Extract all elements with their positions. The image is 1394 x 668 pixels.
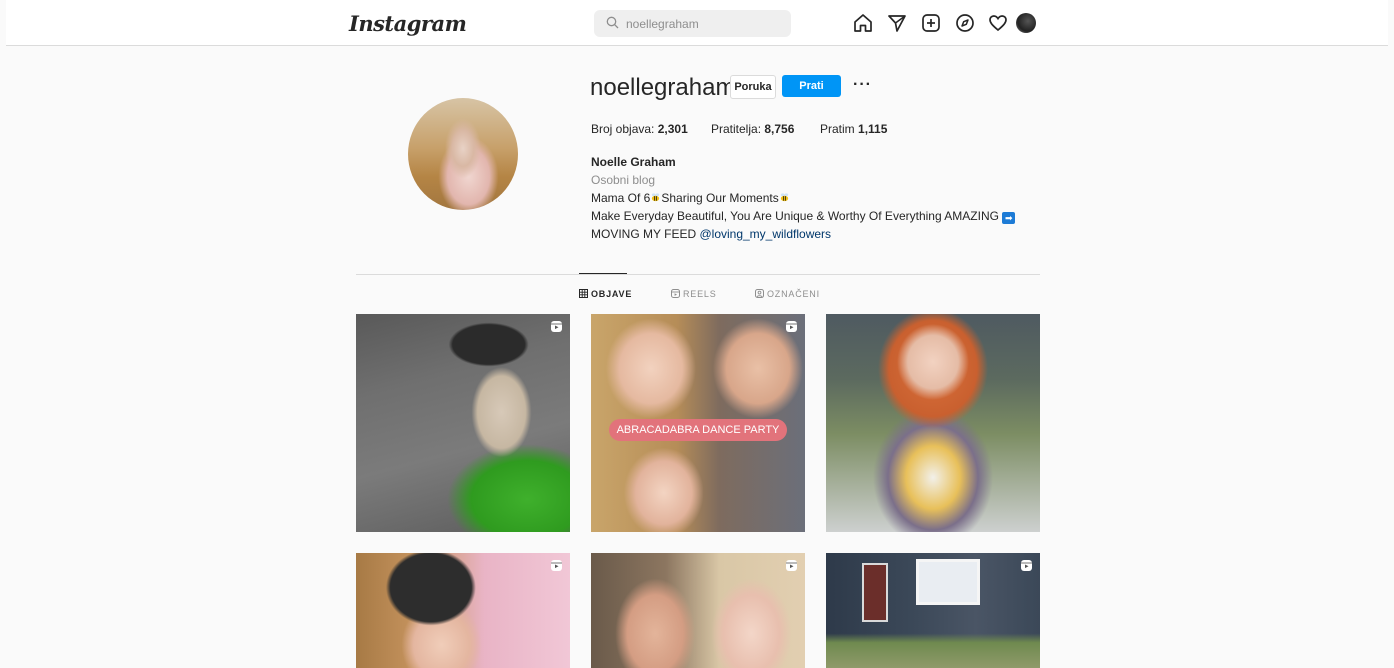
reel-icon <box>786 321 797 332</box>
post-thumbnail[interactable] <box>826 553 1040 668</box>
full-name: Noelle Graham <box>591 155 676 169</box>
profile-picture[interactable] <box>408 98 518 210</box>
bio-text: MOVING MY FEED <box>591 227 697 241</box>
tab-label: OZNAČENI <box>767 289 820 299</box>
bio-text-a: Mama Of 6 <box>591 191 651 205</box>
more-options-icon[interactable]: ··· <box>853 76 872 94</box>
reel-icon <box>551 560 562 571</box>
posts-count: Broj objava: 2,301 <box>591 122 688 136</box>
following-label: Pratim <box>820 122 855 136</box>
posts-value: 2,301 <box>657 122 688 136</box>
house-window <box>916 559 980 605</box>
direct-message-icon[interactable] <box>886 12 908 34</box>
profile-avatar[interactable] <box>1016 13 1036 33</box>
post-thumbnail[interactable]: ABRACADABRA DANCE PARTY <box>591 314 805 532</box>
message-button[interactable]: Poruka <box>730 75 776 99</box>
tagged-icon <box>755 289 764 298</box>
search-input[interactable]: noellegraham <box>594 10 791 37</box>
reels-icon <box>671 289 680 298</box>
right-arrow-emoji-icon: ➡ <box>1002 212 1016 224</box>
heart-icon[interactable] <box>987 12 1009 34</box>
search-icon <box>606 16 619 29</box>
followers-label: Pratitelja: <box>711 122 762 136</box>
post-sticker-text: ABRACADABRA DANCE PARTY <box>609 419 787 441</box>
profile-category: Osobni blog <box>591 173 656 187</box>
chevron-down-icon[interactable]: ⌄ <box>430 13 440 27</box>
bio-line-1: Mama Of 6 Sharing Our Moments <box>591 191 790 205</box>
house-door <box>862 563 888 622</box>
bio-mention-link[interactable]: @loving_my_wildflowers <box>699 227 831 241</box>
post-thumbnail[interactable] <box>356 314 570 532</box>
bio-text: Make Everyday Beautiful, You Are Unique … <box>591 209 999 223</box>
new-post-icon[interactable] <box>920 12 942 34</box>
bio-line-3: MOVING MY FEED @loving_my_wildflowers <box>591 227 831 241</box>
following-value: 1,115 <box>858 122 888 136</box>
followers-value: 8,756 <box>764 122 795 136</box>
followers-count[interactable]: Pratitelja: 8,756 <box>711 122 794 136</box>
tabs-divider <box>356 274 1040 275</box>
following-count[interactable]: Pratim 1,115 <box>820 122 887 136</box>
reel-icon <box>786 560 797 571</box>
post-thumbnail[interactable] <box>356 553 570 668</box>
explore-icon[interactable] <box>954 12 976 34</box>
posts-label: Broj objava: <box>591 122 655 136</box>
grid-icon <box>579 289 588 298</box>
search-placeholder: noellegraham <box>626 17 699 31</box>
active-tab-indicator <box>579 273 627 274</box>
tab-label: REELS <box>683 289 717 299</box>
profile-username: noellegraham <box>590 74 736 101</box>
reel-icon <box>551 321 562 332</box>
post-thumbnail[interactable] <box>591 553 805 668</box>
home-icon[interactable] <box>852 12 874 34</box>
follow-button[interactable]: Prati <box>782 75 841 97</box>
bio-text-b: Sharing Our Moments <box>661 191 779 205</box>
post-thumbnail[interactable] <box>826 314 1040 532</box>
tab-tagged[interactable]: OZNAČENI <box>755 289 820 299</box>
reel-icon <box>1021 560 1032 571</box>
instagram-logo[interactable]: Instagram <box>349 11 467 36</box>
bio-line-2: Make Everyday Beautiful, You Are Unique … <box>591 209 1016 224</box>
tab-label: OBJAVE <box>591 289 633 299</box>
tab-posts[interactable]: OBJAVE <box>579 289 632 299</box>
tab-reels[interactable]: REELS <box>671 289 717 299</box>
bee-emoji-icon <box>780 193 788 202</box>
bee-emoji-icon <box>652 193 660 202</box>
